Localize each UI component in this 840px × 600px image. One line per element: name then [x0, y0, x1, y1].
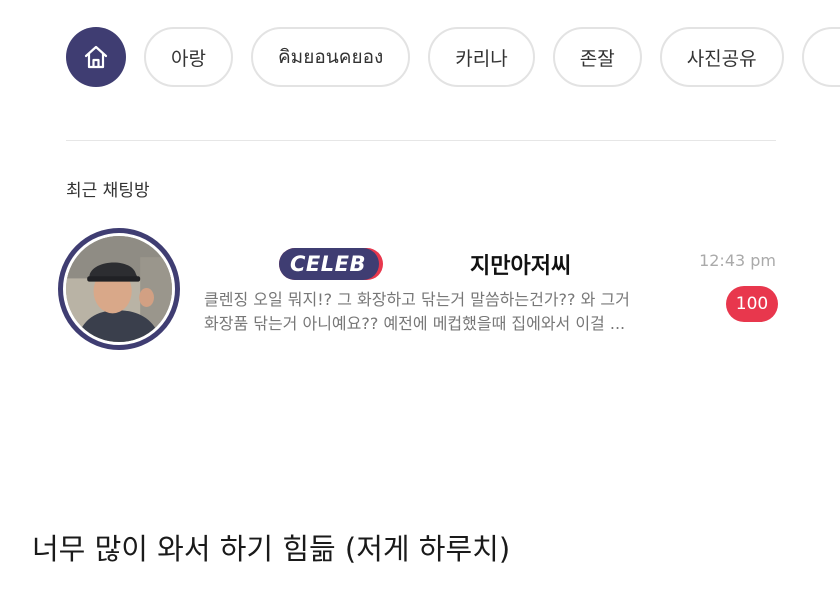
caption-text: 너무 많이 와서 하기 힘듦 (저게 하루치) — [32, 532, 511, 566]
unread-count-badge: 100 — [726, 286, 778, 322]
home-icon — [84, 45, 108, 69]
home-button[interactable] — [66, 27, 126, 87]
divider — [66, 140, 776, 141]
celeb-badge-label: CELEB — [290, 252, 366, 276]
tab-kimyeonkyeong[interactable]: คิมยอนคยอง — [250, 27, 411, 87]
chat-room-name: 지만아저씨 — [470, 254, 572, 279]
chat-timestamp: 12:43 pm — [699, 251, 776, 270]
chat-room-item[interactable]: CELEB 지만아저씨 12:43 pm 클렌징 오일 뭐지!? 그 화장하고 … — [56, 226, 786, 352]
avatar-photo — [66, 236, 172, 342]
chat-preview-line-1: 클렌징 오일 뭐지!? 그 화장하고 닦는거 말씀하는건가?? 와 그거 — [204, 290, 630, 309]
chat-tab-bar: 아랑 คิมยอนคยอง 카리나 존잘 사진공유 — [66, 26, 840, 88]
section-title: 최근 채팅방 — [66, 181, 150, 201]
chat-preview-line-2: 화장품 닦는거 아니예요?? 예전에 메컵했을때 집에와서 이걸 ... — [204, 314, 626, 333]
tab-arang[interactable]: 아랑 — [144, 27, 233, 87]
avatar — [58, 228, 180, 350]
tab-photo-share[interactable]: 사진공유 — [659, 27, 784, 87]
tab-karina[interactable]: 카리나 — [428, 27, 535, 87]
chat-message-preview: 클렌징 오일 뭐지!? 그 화장하고 닦는거 말씀하는건가?? 와 그거 화장품… — [204, 288, 684, 336]
tab-overflow[interactable] — [801, 27, 840, 87]
tab-jonjal[interactable]: 존잘 — [552, 27, 642, 87]
celeb-badge: CELEB — [278, 247, 384, 281]
